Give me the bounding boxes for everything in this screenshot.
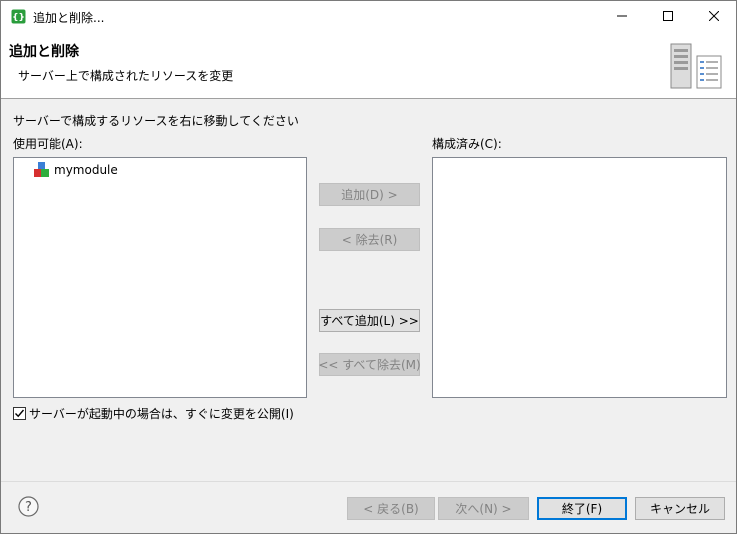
module-icon <box>34 162 50 178</box>
configured-list[interactable] <box>432 157 727 398</box>
available-list[interactable]: mymodule <box>13 157 307 398</box>
available-label: 使用可能(A): <box>13 137 83 151</box>
add-all-button[interactable]: すべて追加(L) >> <box>319 309 420 332</box>
next-button[interactable]: 次へ(N) > <box>438 497 529 520</box>
close-button[interactable] <box>691 1 737 32</box>
help-icon[interactable]: ? <box>18 496 39 517</box>
configured-label: 構成済み(C): <box>432 137 502 151</box>
server-wizard-icon <box>669 40 725 92</box>
maximize-icon <box>663 10 673 24</box>
checkmark-icon <box>15 409 25 417</box>
maximize-button[interactable] <box>645 1 691 32</box>
remove-all-button[interactable]: << すべて除去(M) <box>318 353 421 376</box>
minimize-button[interactable] <box>599 1 645 32</box>
finish-button[interactable]: 終了(F) <box>537 497 627 520</box>
cancel-button[interactable]: キャンセル <box>635 497 725 520</box>
back-button[interactable]: < 戻る(B) <box>347 497 435 520</box>
add-remove-dialog: {} 追加と削除... 追加と削除 サーバー上で構成されたリソースを変更 サーバ… <box>0 0 737 534</box>
wizard-banner: 追加と削除 サーバー上で構成されたリソースを変更 <box>1 32 736 99</box>
publish-immediately-option[interactable]: サーバーが起動中の場合は、すぐに変更を公開(I) <box>13 405 294 421</box>
eclipse-server-icon: {} <box>11 9 26 24</box>
minimize-icon <box>617 10 627 24</box>
banner-subtitle: サーバー上で構成されたリソースを変更 <box>18 69 234 83</box>
add-button[interactable]: 追加(D) > <box>319 183 420 206</box>
banner-title: 追加と削除 <box>9 44 79 60</box>
remove-button[interactable]: < 除去(R) <box>319 228 420 251</box>
svg-text:{}: {} <box>12 13 25 23</box>
title-bar: {} 追加と削除... <box>1 1 736 32</box>
svg-text:?: ? <box>25 500 32 515</box>
close-icon <box>708 10 720 24</box>
window-title: 追加と削除... <box>33 11 105 25</box>
list-item[interactable]: mymodule <box>34 161 118 179</box>
footer-divider <box>1 481 736 482</box>
instruction-text: サーバーで構成するリソースを右に移動してください <box>13 114 299 128</box>
publish-checkbox[interactable] <box>13 406 26 420</box>
publish-checkbox-label: サーバーが起動中の場合は、すぐに変更を公開(I) <box>29 406 294 421</box>
list-item-label: mymodule <box>54 163 118 177</box>
